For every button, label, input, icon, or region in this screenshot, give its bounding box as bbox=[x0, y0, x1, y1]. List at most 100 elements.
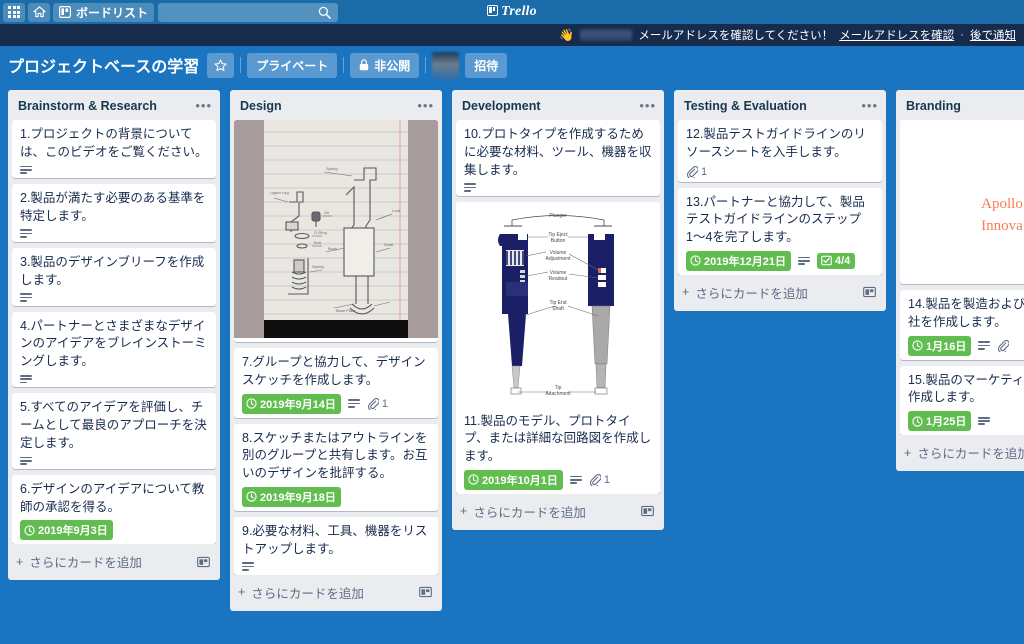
description-icon bbox=[20, 293, 32, 302]
due-date-badge[interactable]: 1月25日 bbox=[908, 411, 972, 431]
cards-container: Apollo Innova 14.製品を製造および販売する会社を作成します。 1… bbox=[896, 120, 1024, 435]
card-badges: 2019年9月14日 1 bbox=[242, 393, 430, 414]
list-menu-ellipsis-icon[interactable]: ••• bbox=[195, 99, 212, 112]
due-date-text: 2019年10月1日 bbox=[482, 474, 558, 487]
card[interactable]: 3.製品のデザインブリーフを作成します。 bbox=[12, 247, 216, 306]
add-card-button[interactable]: + さらにカードを追加 bbox=[230, 575, 442, 611]
card[interactable]: 1.プロジェクトの背景については、このビデオをご覧ください。 bbox=[12, 120, 216, 178]
clock-icon bbox=[246, 398, 257, 409]
card-title: 9.必要な材料、工具、機器をリストアップします。 bbox=[242, 523, 428, 556]
svg-text:O-Ring: O-Ring bbox=[314, 230, 327, 235]
board-privacy-button[interactable]: 非公開 bbox=[350, 52, 420, 78]
boards-list-label: ボードリスト bbox=[76, 5, 149, 20]
card-with-cover[interactable]: Spring Upper Leg Lock Oil O-Ring Bolt Body S… bbox=[234, 120, 438, 342]
description-icon bbox=[20, 456, 32, 465]
card-title: 3.製品のデザインブリーフを作成します。 bbox=[20, 254, 205, 287]
add-card-button[interactable]: + さらにカードを追加 bbox=[452, 494, 664, 530]
add-card-button[interactable]: + さらにカードを追加 bbox=[896, 435, 1024, 471]
list-menu-ellipsis-icon[interactable]: ••• bbox=[417, 99, 434, 112]
home-icon bbox=[32, 6, 46, 18]
list-header: Design ••• bbox=[230, 90, 442, 120]
clock-icon bbox=[912, 340, 923, 351]
boards-list-button[interactable]: ボードリスト bbox=[53, 2, 155, 22]
card-badges bbox=[20, 293, 208, 302]
due-date-text: 2019年12月21日 bbox=[704, 255, 786, 268]
card[interactable]: 8.スケッチまたはアウトラインを別のグループと共有します。お互いのデザインを批評… bbox=[234, 423, 438, 511]
list-header: Branding ••• bbox=[896, 90, 1024, 120]
header-divider-3 bbox=[425, 57, 427, 73]
svg-text:Readout: Readout bbox=[549, 276, 569, 282]
svg-text:Adjustment: Adjustment bbox=[545, 256, 571, 262]
list-title: Development bbox=[462, 99, 541, 113]
due-date-badge[interactable]: 2019年9月3日 bbox=[20, 520, 113, 541]
plus-icon: + bbox=[238, 585, 246, 600]
due-date-badge[interactable]: 2019年12月21日 bbox=[686, 250, 791, 271]
search-box[interactable] bbox=[158, 2, 339, 22]
search-input[interactable] bbox=[158, 2, 339, 22]
card[interactable]: 2.製品が満たす必要のある基準を特定します。 bbox=[12, 183, 216, 242]
due-date-badge[interactable]: 2019年10月1日 bbox=[464, 469, 563, 490]
card-with-cover[interactable]: Plunger Tip Eject Button Volume Adjustme… bbox=[456, 201, 660, 494]
trello-logo-mark bbox=[487, 5, 499, 16]
card[interactable]: 13.パートナーと協力して、製品テストガイドラインのステップ1〜4を完了します。… bbox=[678, 187, 882, 275]
star-board-button[interactable] bbox=[207, 52, 235, 78]
svg-text:Lock: Lock bbox=[392, 208, 400, 213]
list-menu-ellipsis-icon[interactable]: ••• bbox=[639, 99, 656, 112]
add-card-button[interactable]: + さらにカードを追加 bbox=[674, 275, 886, 311]
home-button[interactable] bbox=[28, 2, 50, 22]
description-icon bbox=[20, 165, 32, 174]
star-icon bbox=[214, 58, 227, 71]
top-navigation-bar: ボードリスト Trello bbox=[0, 0, 1024, 24]
cards-container: 12.製品テストガイドラインのリソースシートを入手します。 1 13.パートナー… bbox=[674, 120, 886, 275]
list-menu-ellipsis-icon[interactable]: ••• bbox=[861, 99, 878, 112]
member-avatar[interactable] bbox=[432, 51, 460, 79]
attachment-badge: 1 bbox=[367, 398, 388, 410]
card-badges: 2019年9月3日 bbox=[20, 520, 208, 541]
svg-text:Button: Button bbox=[551, 238, 566, 244]
card[interactable]: 10.プロトタイプを作成するために必要な材料、ツール、機器を収集します。 bbox=[456, 120, 660, 196]
card[interactable]: 15.製品のマーケティング計画を作成します。 1月25日 bbox=[900, 365, 1024, 435]
clock-icon bbox=[468, 474, 479, 486]
paperclip-icon bbox=[686, 165, 698, 178]
apps-grid-button[interactable] bbox=[3, 2, 25, 22]
template-icon[interactable] bbox=[641, 505, 654, 517]
lock-icon bbox=[360, 59, 369, 71]
card-title: 12.製品テストガイドラインのリソースシートを入手します。 bbox=[686, 127, 866, 159]
card-with-cover[interactable]: Apollo Innova bbox=[900, 120, 1024, 284]
confirm-email-link[interactable]: メールアドレスを確認 bbox=[839, 27, 954, 43]
attachment-badge: 1 bbox=[686, 166, 707, 178]
board-privacy-label: 非公開 bbox=[374, 58, 411, 73]
card[interactable]: 4.パートナーとさまざまなデザインのアイデアをブレインストーミングします。 bbox=[12, 311, 216, 388]
add-card-button[interactable]: + さらにカードを追加 bbox=[8, 544, 220, 580]
due-date-badge[interactable]: 2019年9月14日 bbox=[242, 393, 341, 414]
template-icon[interactable] bbox=[419, 586, 432, 598]
banner-separator: · bbox=[960, 29, 964, 41]
list-header: Testing & Evaluation ••• bbox=[674, 90, 886, 120]
card[interactable]: 14.製品を製造および販売する会社を作成します。 1月16日 bbox=[900, 290, 1024, 360]
invite-button[interactable]: 招待 bbox=[465, 52, 508, 78]
card-badges: 2019年9月18日 bbox=[242, 486, 430, 507]
checklist-count: 4/4 bbox=[834, 254, 851, 267]
list-title: Testing & Evaluation bbox=[684, 99, 807, 113]
list-brainstorm-research: Brainstorm & Research ••• 1.プロジェクトの背景につい… bbox=[8, 90, 220, 581]
card[interactable]: 9.必要な材料、工具、機器をリストアップします。 bbox=[234, 516, 438, 575]
board-header: プロジェクトベースの学習 プライベート 非公開 招待 bbox=[0, 46, 1024, 84]
add-card-label: さらにカードを追加 bbox=[473, 505, 586, 520]
notify-later-link[interactable]: 後で通知 bbox=[970, 27, 1016, 43]
due-date-badge[interactable]: 2019年9月18日 bbox=[242, 486, 341, 507]
card-title: 15.製品のマーケティング計画を作成します。 bbox=[908, 372, 1024, 405]
description-icon bbox=[20, 229, 32, 238]
template-icon[interactable] bbox=[863, 286, 876, 298]
svg-text:Attachment: Attachment bbox=[545, 391, 571, 397]
svg-text:Base Plate: Base Plate bbox=[336, 308, 356, 313]
template-icon[interactable] bbox=[197, 556, 210, 568]
cards-container: Spring Upper Leg Lock Oil O-Ring Bolt Body S… bbox=[230, 120, 442, 575]
card[interactable]: 5.すべてのアイデアを評価し、チームとして最良のアプローチを決定します。 bbox=[12, 393, 216, 469]
board-visibility-button[interactable]: プライベート bbox=[247, 52, 338, 78]
attachment-count: 1 bbox=[603, 473, 610, 486]
card[interactable]: 7.グループと協力して、デザインスケッチを作成します。 2019年9月14日 1 bbox=[234, 348, 438, 418]
card[interactable]: 12.製品テストガイドラインのリソースシートを入手します。 1 bbox=[678, 120, 882, 182]
grid-icon bbox=[8, 6, 20, 18]
due-date-badge[interactable]: 1月16日 bbox=[908, 335, 972, 356]
card[interactable]: 6.デザインのアイデアについて教師の承認を得る。 2019年9月3日 bbox=[12, 474, 216, 545]
